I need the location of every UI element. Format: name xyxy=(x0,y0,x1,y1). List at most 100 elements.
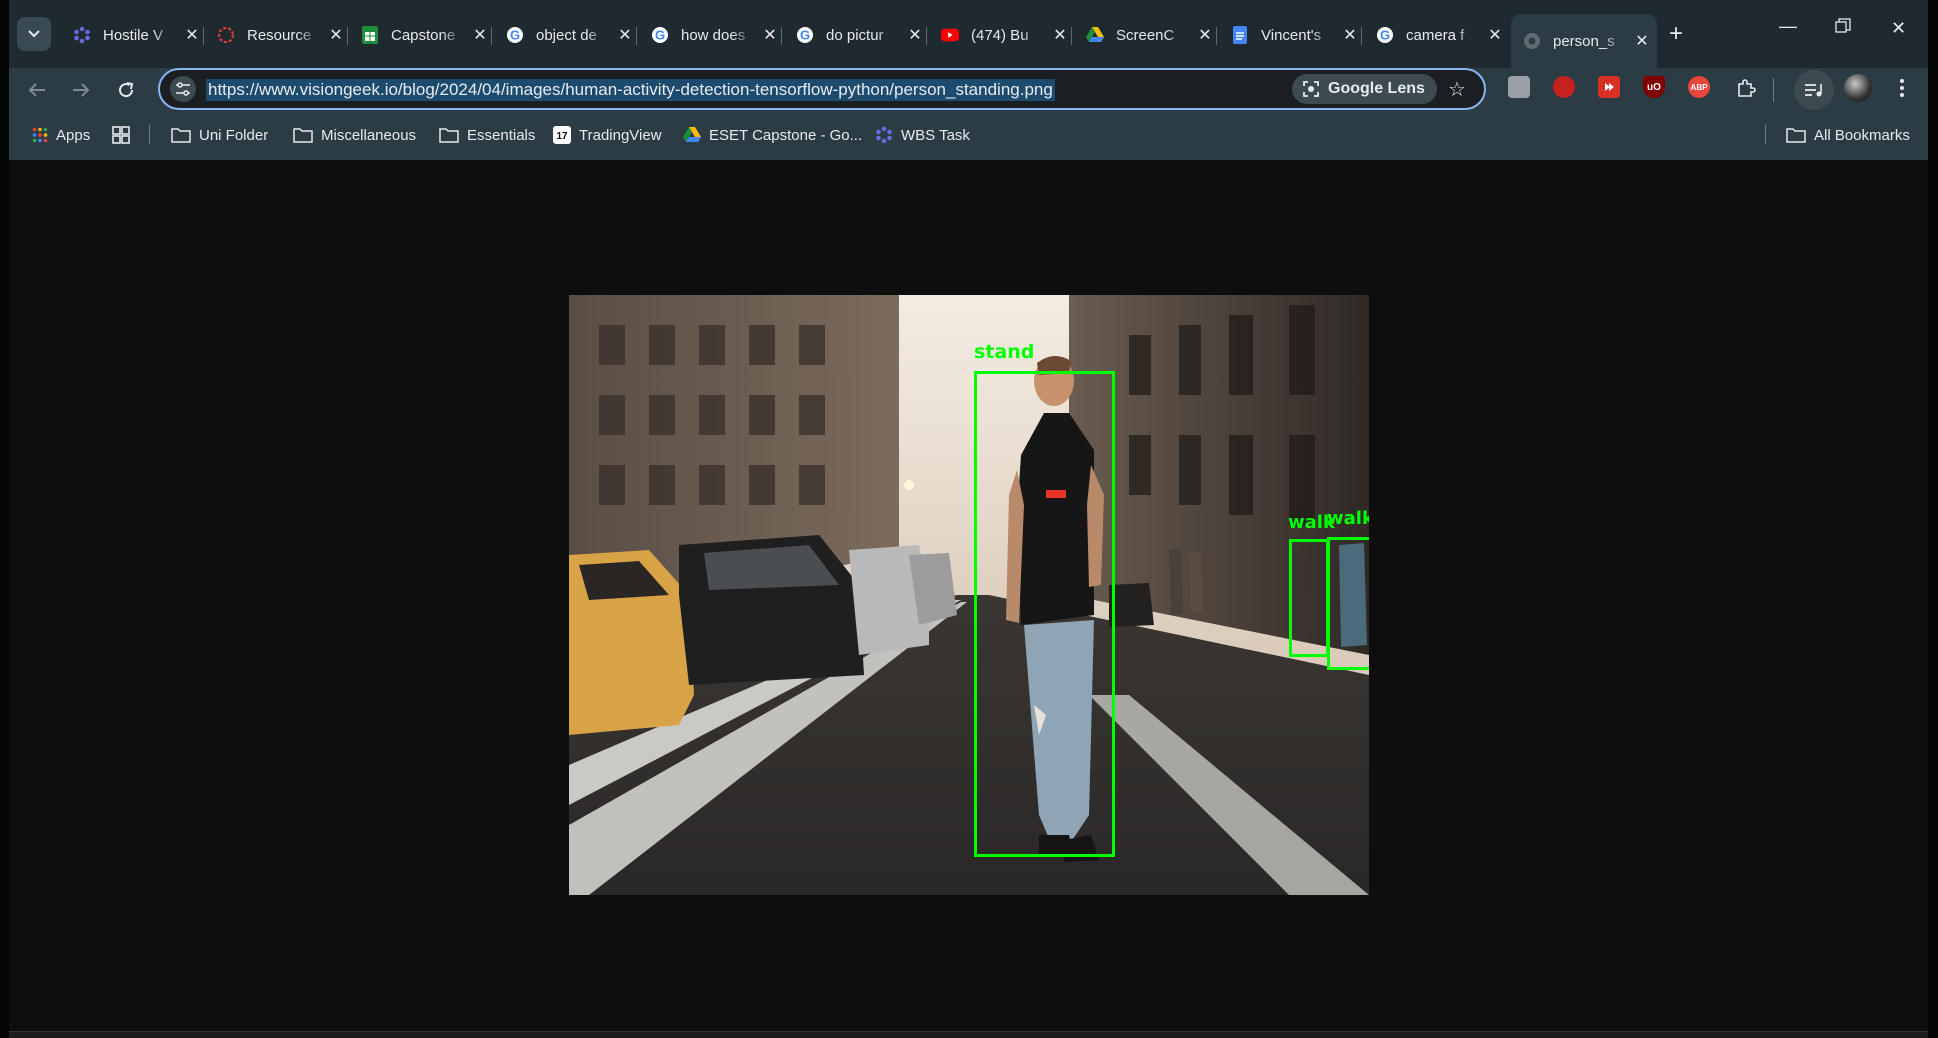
tab-capstone[interactable]: Capstone ✕ xyxy=(349,14,489,56)
reload-button[interactable] xyxy=(110,74,142,106)
svg-text:G: G xyxy=(510,28,520,43)
site-settings-icon[interactable] xyxy=(170,76,196,102)
tab-title: person_s xyxy=(1553,32,1615,50)
address-bar[interactable]: https://www.visiongeek.io/blog/2024/04/i… xyxy=(158,68,1486,110)
arrow-right-icon xyxy=(73,83,90,97)
bookmark-all-bookmarks[interactable]: All Bookmarks xyxy=(1786,124,1910,146)
bookmark-label: Essentials xyxy=(467,126,536,144)
tab-vincents[interactable]: Vincent's ✕ xyxy=(1219,14,1359,56)
bookmark-label: Apps xyxy=(56,126,91,144)
bookmark-star-icon[interactable]: ☆ xyxy=(1448,77,1466,102)
bookmark-label: Miscellaneous xyxy=(321,126,417,144)
chevron-down-icon xyxy=(28,30,40,38)
detection-box-stand xyxy=(974,371,1115,857)
google-lens-button[interactable]: Google Lens xyxy=(1292,74,1437,104)
hand-extension-icon[interactable] xyxy=(1508,76,1530,98)
street-photo-illustration xyxy=(569,295,1369,895)
close-icon[interactable]: ✕ xyxy=(1051,26,1069,44)
tab-do-pictures[interactable]: G do pictur ✕ xyxy=(784,14,924,56)
tab-title: object de xyxy=(536,26,597,44)
tab-person-standing-active[interactable]: person_s ✕ xyxy=(1511,14,1657,68)
canvas-icon xyxy=(217,26,235,44)
bookmark-label: WBS Task xyxy=(901,126,970,144)
bookmark-apps[interactable]: Apps xyxy=(32,124,90,146)
bookmark-label: Uni Folder xyxy=(199,126,269,144)
folder-icon xyxy=(439,127,459,143)
media-controls-icon[interactable] xyxy=(1794,70,1834,110)
detection-label-walk-2: walk xyxy=(1327,508,1369,529)
close-icon[interactable]: ✕ xyxy=(471,26,489,44)
minimize-icon[interactable]: — xyxy=(1779,16,1797,37)
profile-avatar[interactable] xyxy=(1844,74,1872,102)
url-text[interactable]: https://www.visiongeek.io/blog/2024/04/i… xyxy=(206,79,1055,101)
close-icon[interactable]: ✕ xyxy=(1633,32,1651,50)
close-icon[interactable]: ✕ xyxy=(327,26,345,44)
svg-text:G: G xyxy=(1380,28,1390,43)
tab-title: (474) Bu xyxy=(971,26,1029,44)
folder-icon xyxy=(293,127,313,143)
bookmark-eset-capstone[interactable]: ESET Capstone - Go... xyxy=(683,124,862,146)
tab-hostile[interactable]: Hostile V ✕ xyxy=(61,14,201,56)
close-icon[interactable]: ✕ xyxy=(1196,26,1214,44)
tab-title: Vincent's xyxy=(1261,26,1322,44)
tab-title: do pictur xyxy=(826,26,884,44)
svg-text:G: G xyxy=(655,28,665,43)
new-tab-plus-icon[interactable]: + xyxy=(1669,20,1683,48)
close-window-icon[interactable]: ✕ xyxy=(1891,18,1906,39)
forward-button[interactable] xyxy=(65,74,97,106)
bookmark-label: TradingView xyxy=(579,126,662,144)
google-icon: G xyxy=(1376,26,1394,44)
bookmark-label: ESET Capstone - Go... xyxy=(709,126,863,144)
sheets-icon xyxy=(361,26,379,44)
reload-icon xyxy=(119,82,134,98)
more-menu-icon[interactable] xyxy=(1886,72,1918,104)
globe-icon xyxy=(1523,32,1541,50)
bookmark-tradingview[interactable]: 17 TradingView xyxy=(553,124,662,146)
google-icon: G xyxy=(506,26,524,44)
folder-icon xyxy=(1786,127,1806,143)
drive-icon xyxy=(683,127,701,143)
lens-label: Google Lens xyxy=(1328,80,1425,97)
window-frame-right xyxy=(1928,0,1938,1038)
close-icon[interactable]: ✕ xyxy=(1486,26,1504,44)
close-icon[interactable]: ✕ xyxy=(183,26,201,44)
tab-search-button[interactable] xyxy=(17,17,51,51)
extensions-puzzle-icon[interactable] xyxy=(1730,72,1762,104)
adblock-plus-extension-icon[interactable]: ABP xyxy=(1688,76,1710,98)
google-icon: G xyxy=(796,26,814,44)
detection-box-walk-1 xyxy=(1289,539,1329,657)
bookmark-essentials[interactable]: Essentials xyxy=(439,124,535,146)
close-icon[interactable]: ✕ xyxy=(761,26,779,44)
tab-object-detection[interactable]: G object de ✕ xyxy=(494,14,634,56)
drive-icon xyxy=(1086,26,1104,44)
close-icon[interactable]: ✕ xyxy=(616,26,634,44)
back-button[interactable] xyxy=(21,74,53,106)
lens-icon xyxy=(1303,81,1319,97)
restore-icon[interactable] xyxy=(1835,18,1851,39)
svg-text:G: G xyxy=(800,28,810,43)
detection-box-walk-2 xyxy=(1327,537,1369,670)
bookmark-uni-folder[interactable]: Uni Folder xyxy=(171,124,268,146)
red-play-extension-icon[interactable] xyxy=(1598,76,1620,98)
tradingview-icon: 17 xyxy=(553,126,571,144)
bookmark-miscellaneous[interactable]: Miscellaneous xyxy=(293,124,416,146)
google-icon: G xyxy=(651,26,669,44)
tab-groups-icon[interactable] xyxy=(112,124,130,146)
svg-text:17: 17 xyxy=(556,131,568,142)
ublock-extension-icon[interactable]: uO xyxy=(1643,76,1665,98)
tab-title: Hostile V xyxy=(103,26,164,44)
bookmark-wbs-task[interactable]: WBS Task xyxy=(875,124,970,146)
tab-youtube[interactable]: (474) Bu ✕ xyxy=(929,14,1069,56)
close-icon[interactable]: ✕ xyxy=(906,26,924,44)
tab-how-does[interactable]: G how does ✕ xyxy=(639,14,779,56)
asterisk-icon xyxy=(875,126,893,144)
folder-icon xyxy=(171,127,191,143)
close-icon[interactable]: ✕ xyxy=(1341,26,1359,44)
tab-resource[interactable]: Resource ✕ xyxy=(205,14,345,56)
youtube-icon xyxy=(941,26,959,44)
tab-title: Resource xyxy=(247,26,312,44)
arrow-left-icon xyxy=(28,83,45,97)
tab-camera[interactable]: G camera f ✕ xyxy=(1364,14,1504,56)
red-circle-extension-icon[interactable] xyxy=(1553,76,1575,98)
tab-screencap[interactable]: ScreenC ✕ xyxy=(1074,14,1214,56)
